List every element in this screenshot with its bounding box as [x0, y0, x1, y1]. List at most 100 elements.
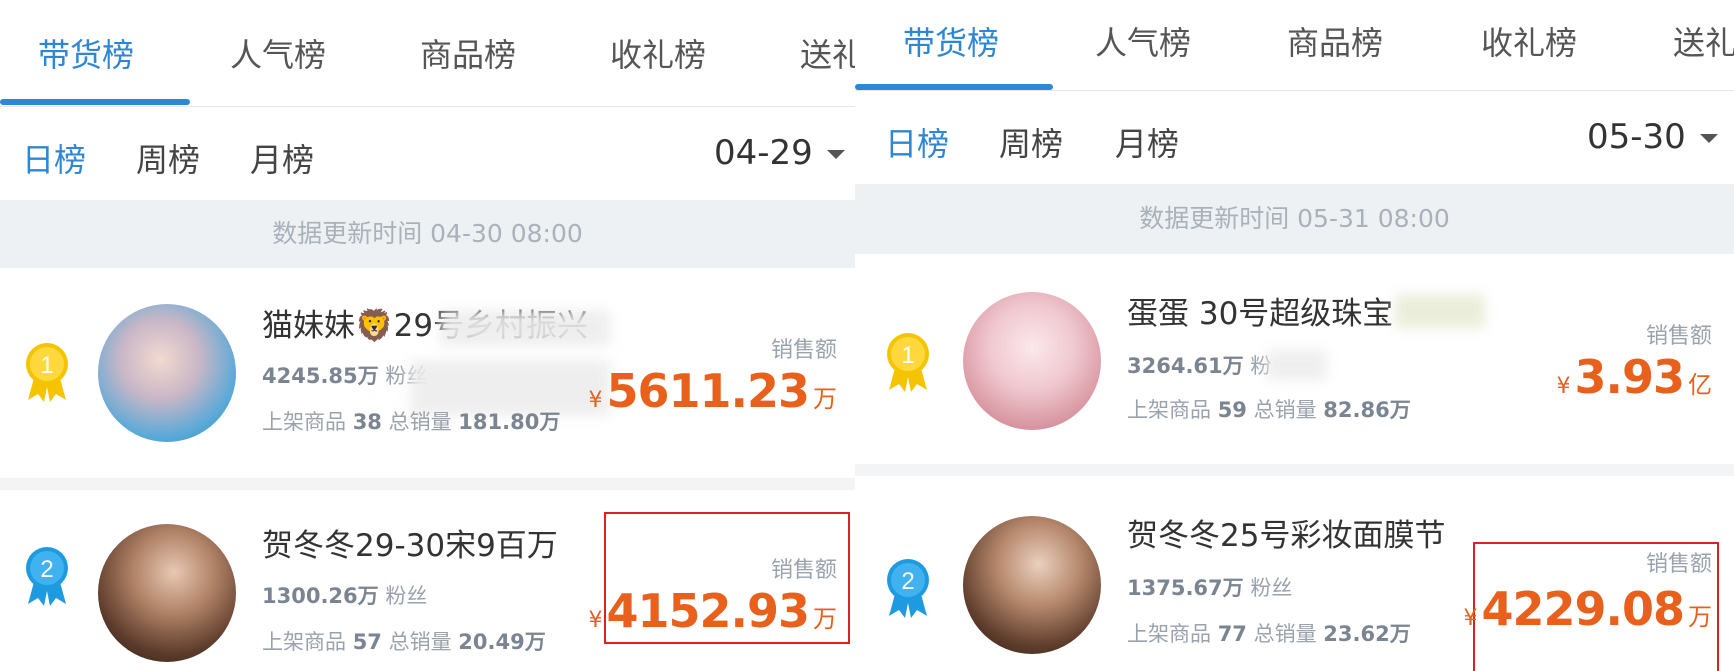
mosaic-blur	[440, 310, 610, 346]
period-tabs: 日榜 周榜 月榜 04-29	[0, 107, 855, 199]
avatar[interactable]	[963, 292, 1101, 430]
list-item[interactable]: 1 猫妹妹🦁29号乡村振兴 4245.85万 粉丝 上架商品 38 总销量 18…	[0, 268, 855, 478]
gold-medal-icon: 1	[887, 333, 929, 392]
fans-value: 3264.61万	[1127, 354, 1244, 378]
date-dropdown[interactable]: 04-29	[714, 133, 845, 173]
tab-renqi[interactable]: 人气榜	[1095, 18, 1191, 64]
tab-shouli[interactable]: 收礼榜	[610, 30, 706, 76]
update-time-bar: 数据更新时间 05-31 08:00	[855, 184, 1734, 254]
listed-label: 上架商品	[1127, 622, 1211, 646]
avatar[interactable]	[963, 516, 1101, 654]
tab-daily[interactable]: 日榜	[22, 135, 86, 181]
sales-label: 销售额	[770, 338, 837, 363]
medal-rank: 1	[901, 342, 914, 369]
listed-label: 上架商品	[262, 630, 346, 654]
amount-number: 4229.08	[1481, 582, 1685, 636]
product-stats: 上架商品 38 总销量 181.80万	[262, 406, 560, 436]
fans-count: 1375.67万 粉丝	[1127, 572, 1292, 602]
fans-label: 粉丝	[385, 584, 428, 608]
date-value: 04-29	[714, 133, 813, 173]
currency-symbol: ¥	[1556, 374, 1571, 399]
gold-medal-icon: 1	[26, 343, 68, 402]
mosaic-blur	[1395, 294, 1485, 328]
listed-value: 77	[1217, 622, 1247, 646]
tab-shangpin[interactable]: 商品榜	[420, 30, 516, 76]
listed-label: 上架商品	[1127, 398, 1211, 422]
anchor-name: 贺冬冬25号彩妆面膜节	[1127, 518, 1446, 554]
currency-symbol: ¥	[588, 608, 603, 633]
tab-monthly[interactable]: 月榜	[250, 135, 314, 181]
total-label: 总销量	[388, 630, 452, 654]
row-separator	[0, 478, 855, 490]
update-time-bar: 数据更新时间 04-30 08:00	[0, 200, 855, 268]
medal-rank: 2	[901, 568, 914, 595]
amount-number: 5611.23	[606, 364, 810, 418]
tab-songli[interactable]: 送礼	[1673, 18, 1734, 64]
sales-amount: ¥4152.93 万	[588, 584, 837, 638]
fans-value: 1300.26万	[262, 584, 379, 608]
total-value: 181.80万	[458, 410, 561, 434]
blue-medal-icon: 2	[887, 559, 929, 618]
tab-monthly[interactable]: 月榜	[1115, 119, 1179, 165]
anchor-name: 蛋蛋 30号超级珠宝	[1127, 296, 1394, 332]
tab-shangpin[interactable]: 商品榜	[1287, 18, 1383, 64]
amount-unit: 亿	[1688, 371, 1712, 399]
tab-weekly[interactable]: 周榜	[999, 119, 1063, 165]
anchor-name: 贺冬冬29-30宋9百万	[262, 528, 558, 564]
sales-label: 销售额	[770, 558, 837, 583]
sales-amount: ¥3.93 亿	[1557, 350, 1713, 404]
tab-daihuo[interactable]: 带货榜	[38, 30, 134, 76]
main-tabs: 带货榜 人气榜 商品榜 收礼榜 送礼	[0, 0, 855, 107]
mosaic-blur	[1267, 350, 1327, 380]
caret-down-icon	[826, 150, 845, 159]
sales-amount: ¥4229.08 万	[1463, 582, 1712, 636]
row-separator	[855, 464, 1734, 476]
tab-weekly[interactable]: 周榜	[136, 135, 200, 181]
total-value: 82.86万	[1323, 398, 1411, 422]
sales-label: 销售额	[1645, 552, 1712, 577]
tab-daihuo[interactable]: 带货榜	[903, 18, 999, 64]
list-item[interactable]: 2 贺冬冬25号彩妆面膜节 1375.67万 粉丝 上架商品 77 总销量 23…	[855, 476, 1734, 671]
tab-renqi[interactable]: 人气榜	[230, 30, 326, 76]
sales-amount: ¥5611.23 万	[588, 364, 837, 418]
fans-label: 粉丝	[1250, 576, 1293, 600]
active-tab-underline	[855, 84, 1053, 90]
list-item[interactable]: 1 蛋蛋 30号超级珠宝 3264.61万 粉 上架商品 59 总销量 82.8…	[855, 254, 1734, 464]
amount-number: 3.93	[1574, 350, 1685, 404]
tab-shouli[interactable]: 收礼榜	[1481, 18, 1577, 64]
product-stats: 上架商品 77 总销量 23.62万	[1127, 618, 1411, 648]
list-item[interactable]: 2 贺冬冬29-30宋9百万 1300.26万 粉丝 上架商品 57 总销量 2…	[0, 490, 855, 671]
amount-unit: 万	[813, 385, 837, 413]
tab-daily[interactable]: 日榜	[885, 119, 949, 165]
avatar[interactable]	[98, 304, 236, 442]
date-value: 05-30	[1587, 117, 1686, 157]
blue-medal-icon: 2	[26, 547, 68, 606]
currency-symbol: ¥	[588, 388, 603, 413]
medal-rank: 1	[40, 352, 53, 379]
fans-value: 4245.85万	[262, 364, 379, 388]
amount-unit: 万	[1688, 603, 1712, 631]
total-label: 总销量	[1253, 622, 1317, 646]
listed-label: 上架商品	[262, 410, 346, 434]
fans-count: 4245.85万 粉丝	[262, 360, 427, 390]
avatar[interactable]	[98, 524, 236, 662]
listed-value: 38	[352, 410, 382, 434]
left-screenshot: 带货榜 人气榜 商品榜 收礼榜 送礼 日榜 周榜 月榜 04-29 数据更新时间…	[0, 0, 855, 671]
active-tab-underline	[0, 99, 190, 105]
currency-symbol: ¥	[1463, 606, 1478, 631]
fans-value: 1375.67万	[1127, 576, 1244, 600]
sales-label: 销售额	[1645, 324, 1712, 349]
product-stats: 上架商品 59 总销量 82.86万	[1127, 394, 1411, 424]
tab-songli[interactable]: 送礼	[800, 30, 855, 76]
amount-unit: 万	[813, 605, 837, 633]
product-stats: 上架商品 57 总销量 20.49万	[262, 626, 546, 656]
amount-number: 4152.93	[606, 584, 810, 638]
period-tabs: 日榜 周榜 月榜 05-30	[855, 91, 1734, 184]
total-value: 23.62万	[1323, 622, 1411, 646]
date-dropdown[interactable]: 05-30	[1587, 117, 1718, 157]
caret-down-icon	[1699, 134, 1718, 143]
total-label: 总销量	[1253, 398, 1317, 422]
right-screenshot: 带货榜 人气榜 商品榜 收礼榜 送礼 日榜 周榜 月榜 05-30 数据更新时间…	[855, 0, 1734, 671]
total-label: 总销量	[388, 410, 452, 434]
main-tabs: 带货榜 人气榜 商品榜 收礼榜 送礼	[855, 0, 1734, 91]
